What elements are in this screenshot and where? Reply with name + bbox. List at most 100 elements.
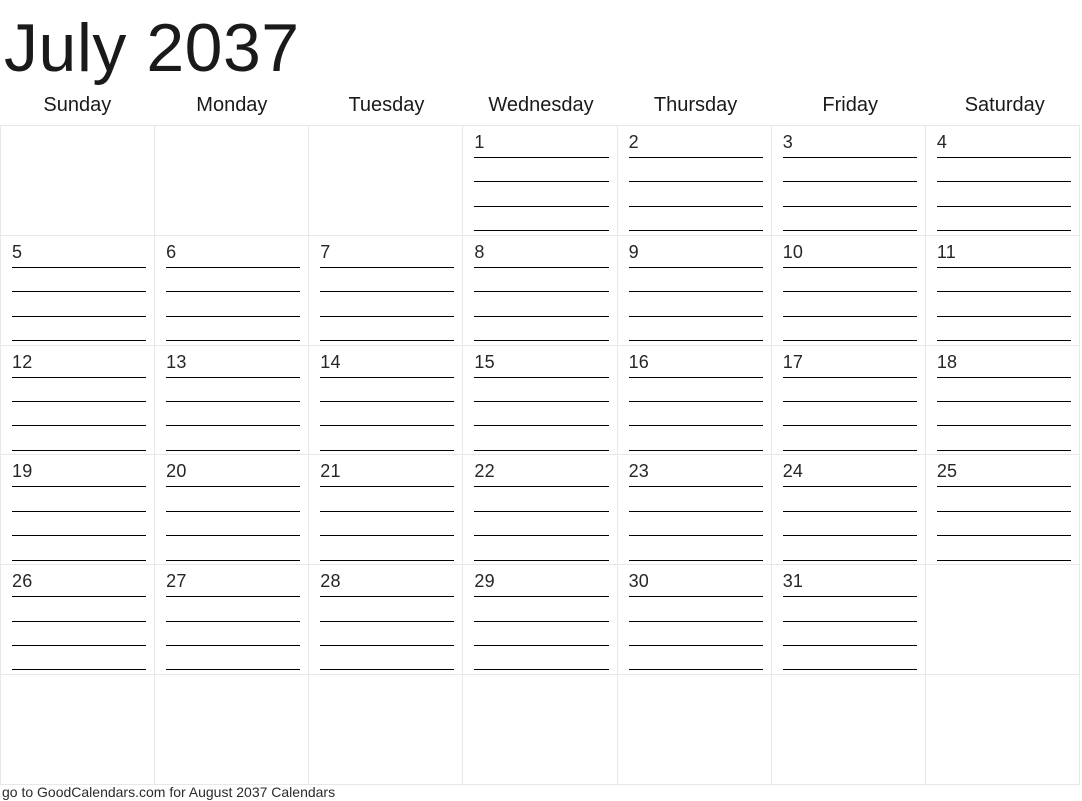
note-line[interactable] — [628, 645, 763, 647]
note-line[interactable] — [782, 425, 917, 427]
note-line[interactable] — [782, 559, 917, 561]
day-cell-3[interactable]: 3 — [771, 126, 926, 236]
note-line[interactable] — [12, 425, 147, 427]
note-line[interactable] — [474, 596, 609, 598]
note-line[interactable] — [782, 449, 917, 451]
note-line[interactable] — [320, 669, 455, 671]
note-line[interactable] — [166, 645, 301, 647]
note-line[interactable] — [320, 425, 455, 427]
day-cell-12[interactable]: 12 — [1, 345, 156, 456]
day-note-lines[interactable] — [12, 376, 147, 455]
day-note-lines[interactable] — [166, 266, 301, 345]
day-cell-24[interactable]: 24 — [771, 455, 926, 566]
note-line[interactable] — [12, 486, 147, 488]
note-line[interactable] — [474, 669, 609, 671]
day-cell-4[interactable]: 4 — [925, 126, 1080, 236]
note-line[interactable] — [12, 449, 147, 451]
note-line[interactable] — [166, 620, 301, 622]
note-line[interactable] — [936, 535, 1071, 537]
day-cell-10[interactable]: 10 — [771, 235, 926, 346]
day-note-lines[interactable] — [628, 596, 763, 674]
note-line[interactable] — [628, 620, 763, 622]
day-note-lines[interactable] — [166, 376, 301, 455]
day-note-lines[interactable] — [320, 266, 455, 345]
note-line[interactable] — [320, 291, 455, 293]
note-line[interactable] — [628, 449, 763, 451]
note-line[interactable] — [12, 266, 147, 268]
note-line[interactable] — [782, 510, 917, 512]
day-cell-30[interactable]: 30 — [617, 565, 772, 676]
note-line[interactable] — [166, 315, 301, 317]
note-line[interactable] — [474, 620, 609, 622]
day-cell-8[interactable]: 8 — [463, 235, 618, 346]
note-line[interactable] — [474, 291, 609, 293]
note-line[interactable] — [12, 620, 147, 622]
note-line[interactable] — [782, 157, 917, 158]
note-line[interactable] — [320, 315, 455, 317]
day-note-lines[interactable] — [12, 596, 147, 674]
note-line[interactable] — [166, 486, 301, 488]
note-line[interactable] — [936, 449, 1071, 451]
note-line[interactable] — [936, 230, 1071, 232]
day-cell-5[interactable]: 5 — [1, 235, 156, 346]
note-line[interactable] — [782, 315, 917, 317]
note-line[interactable] — [166, 596, 301, 598]
note-line[interactable] — [12, 559, 147, 561]
note-line[interactable] — [12, 315, 147, 317]
day-note-lines[interactable] — [936, 266, 1071, 345]
day-note-lines[interactable] — [936, 486, 1071, 564]
note-line[interactable] — [782, 401, 917, 403]
note-line[interactable] — [782, 205, 917, 207]
note-line[interactable] — [474, 181, 609, 183]
day-cell-28[interactable]: 28 — [309, 565, 464, 676]
note-line[interactable] — [936, 266, 1071, 268]
note-line[interactable] — [628, 669, 763, 671]
note-line[interactable] — [628, 157, 763, 158]
note-line[interactable] — [782, 340, 917, 341]
note-line[interactable] — [628, 205, 763, 207]
day-note-lines[interactable] — [628, 157, 763, 235]
day-note-lines[interactable] — [12, 266, 147, 345]
day-note-lines[interactable] — [320, 486, 455, 564]
note-line[interactable] — [320, 645, 455, 647]
day-cell-17[interactable]: 17 — [771, 345, 926, 456]
note-line[interactable] — [474, 535, 609, 537]
note-line[interactable] — [166, 535, 301, 537]
note-line[interactable] — [12, 596, 147, 598]
day-cell-26[interactable]: 26 — [1, 565, 156, 676]
note-line[interactable] — [320, 486, 455, 488]
note-line[interactable] — [782, 181, 917, 183]
day-note-lines[interactable] — [782, 486, 917, 564]
day-note-lines[interactable] — [474, 486, 609, 564]
note-line[interactable] — [628, 376, 763, 378]
day-note-lines[interactable] — [320, 596, 455, 674]
note-line[interactable] — [166, 291, 301, 293]
note-line[interactable] — [628, 291, 763, 293]
note-line[interactable] — [166, 376, 301, 378]
note-line[interactable] — [166, 449, 301, 451]
note-line[interactable] — [628, 510, 763, 512]
note-line[interactable] — [320, 620, 455, 622]
note-line[interactable] — [474, 449, 609, 451]
day-cell-14[interactable]: 14 — [309, 345, 464, 456]
day-cell-23[interactable]: 23 — [617, 455, 772, 566]
note-line[interactable] — [166, 669, 301, 671]
note-line[interactable] — [628, 486, 763, 488]
day-cell-9[interactable]: 9 — [617, 235, 772, 346]
note-line[interactable] — [782, 535, 917, 537]
day-cell-31[interactable]: 31 — [771, 565, 926, 676]
day-cell-20[interactable]: 20 — [155, 455, 310, 566]
note-line[interactable] — [166, 401, 301, 403]
note-line[interactable] — [474, 645, 609, 647]
day-cell-11[interactable]: 11 — [925, 235, 1080, 346]
day-cell-6[interactable]: 6 — [155, 235, 310, 346]
note-line[interactable] — [12, 669, 147, 671]
note-line[interactable] — [166, 510, 301, 512]
day-cell-7[interactable]: 7 — [309, 235, 464, 346]
note-line[interactable] — [166, 266, 301, 268]
day-note-lines[interactable] — [936, 157, 1071, 235]
note-line[interactable] — [628, 266, 763, 268]
note-line[interactable] — [320, 401, 455, 403]
note-line[interactable] — [936, 157, 1071, 158]
note-line[interactable] — [936, 181, 1071, 183]
